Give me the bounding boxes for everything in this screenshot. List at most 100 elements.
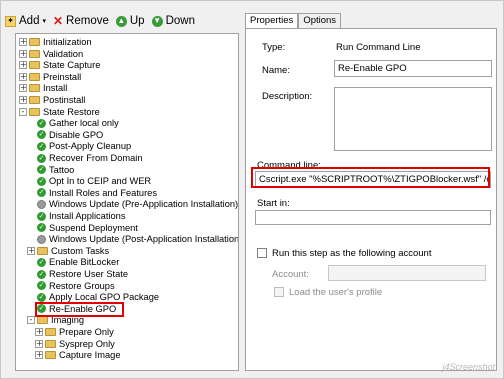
tree-item[interactable]: + State Capture [19,59,100,71]
tree-item[interactable]: + Preinstall [19,71,81,83]
expand-icon[interactable]: + [19,61,27,70]
folder-icon [45,351,56,360]
tree-item-label: Opt In to CEIP and WER [49,176,152,187]
tree-item[interactable]: + Capture Image [35,349,121,361]
highlight-box-command [251,167,490,188]
tree-item[interactable]: ✓ Tattoo [37,164,74,176]
toolbar: ✦ Add ▾ ✕ Remove ▲ Up ▼ Down [5,11,195,31]
tree-item[interactable]: ✓ Gather local only [37,117,119,129]
tree-item[interactable]: ✓ Post-Apply Cleanup [37,140,131,152]
collapse-icon[interactable]: - [27,316,35,325]
expand-icon[interactable]: + [19,72,27,81]
task-sequence-editor: ✦ Add ▾ ✕ Remove ▲ Up ▼ Down + Initializa… [0,0,504,379]
add-label: Add [19,15,40,27]
down-button[interactable]: ▼ Down [151,15,195,27]
collapse-icon[interactable]: - [19,107,27,116]
tree-item-label: Initialization [43,37,92,47]
load-profile-checkbox[interactable] [274,287,284,297]
folder-icon [45,328,56,336]
name-field[interactable]: Re-Enable GPO [334,60,492,77]
expand-icon[interactable]: + [27,246,35,255]
up-label: Up [129,15,145,27]
expand-icon[interactable]: + [19,84,27,93]
tab-strip: Properties Options [245,13,342,29]
expand-icon[interactable]: + [35,351,43,360]
tree-item-label: Prepare Only [59,327,114,337]
expand-icon[interactable]: + [35,328,43,336]
tree-item-label: Enable BitLocker [49,257,120,268]
tree-item-label: Preinstall [43,71,82,82]
start-in-label: Start in: [257,198,290,209]
check-icon: ✓ [37,141,46,151]
check-icon: ✓ [37,257,46,267]
tree-item[interactable]: - State Restore [19,106,100,118]
expand-icon[interactable]: + [19,49,27,58]
chevron-down-icon: ▾ [42,17,46,25]
tab-properties[interactable]: Properties [245,13,299,29]
task-sequence-tree[interactable]: + Initialization + Validation + State Capture… [15,33,239,371]
tree-item-label: Restore Groups [49,280,115,291]
run-as-label: Run this step as the following account [272,248,432,259]
tree-item-label: Restore User State [49,269,129,279]
tree-item[interactable]: + Custom Tasks [27,245,109,257]
tree-item-label: Recover From Domain [49,153,143,163]
expand-icon[interactable]: + [35,339,43,348]
tree-item-label: Tattoo [49,164,75,175]
tree-item[interactable]: + Postinstall [19,94,85,106]
tree-item[interactable]: + Prepare Only [35,326,114,338]
tree-item[interactable]: ✓ Install Roles and Features [37,187,157,199]
up-arrow-icon: ▲ [115,15,127,27]
tree-item[interactable]: Windows Update (Post-Application Install… [37,233,238,245]
folder-icon [29,107,40,116]
folder-icon [45,339,56,348]
tree-item-label: Post-Apply Cleanup [49,141,132,152]
tree-item-label: Install Roles and Features [49,187,158,198]
tree-item[interactable]: ✓ Opt In to CEIP and WER [37,175,151,187]
down-label: Down [165,15,195,27]
down-arrow-icon: ▼ [151,15,163,27]
watermark: j4Screenshot [442,362,495,372]
tree-item-label: Sysprep Only [59,338,115,349]
folder-icon [29,96,40,104]
add-button[interactable]: ✦ Add ▾ [5,15,46,27]
tree-item[interactable]: + Validation [19,48,83,60]
check-icon: ✓ [37,292,46,302]
up-button[interactable]: ▲ Up [115,15,145,27]
account-label: Account: [272,269,309,280]
expand-icon[interactable]: + [19,96,27,104]
tree-item-label: Postinstall [43,95,86,105]
name-label: Name: [262,65,290,76]
expand-icon[interactable]: + [19,38,27,46]
tree-item[interactable]: + Sysprep Only [35,338,115,350]
tree-item[interactable]: ✓ Suspend Deployment [37,222,138,234]
tree-item[interactable]: ✓ Enable BitLocker [37,256,119,268]
tree-item[interactable]: + Initialization [19,36,92,48]
tree-item[interactable]: ✓ Restore Groups [37,280,115,292]
tree-item-label: Install Applications [49,211,126,221]
description-field[interactable] [334,87,492,151]
add-icon: ✦ [5,15,16,27]
tree-item[interactable]: + Install [19,82,67,94]
start-in-field[interactable] [255,210,491,225]
tab-options[interactable]: Options [298,13,342,28]
check-icon: ✓ [37,281,46,291]
tree-item[interactable]: ✓ Restore User State [37,268,128,280]
load-profile-label: Load the user's profile [289,287,383,298]
run-as-checkbox[interactable] [257,248,267,258]
tree-item[interactable]: Windows Update (Pre-Application Installa… [37,198,238,210]
tree-item[interactable]: ✓ Install Applications [37,210,126,222]
tree-item[interactable]: ✓ Recover From Domain [37,152,143,164]
remove-button[interactable]: ✕ Remove [53,15,109,27]
check-icon: ✓ [37,211,46,221]
folder-icon [29,38,40,46]
folder-icon [37,316,48,325]
tree-item-label: Suspend Deployment [49,222,138,233]
tree-item-label: Gather local only [49,118,119,129]
tree-item-label: Validation [43,48,84,59]
account-field[interactable] [328,265,486,281]
remove-label: Remove [66,15,109,27]
description-label: Description: [262,91,313,102]
highlight-box-step [35,302,124,317]
tree-item[interactable]: ✓ Disable GPO [37,129,103,141]
type-label: Type: [262,42,286,53]
